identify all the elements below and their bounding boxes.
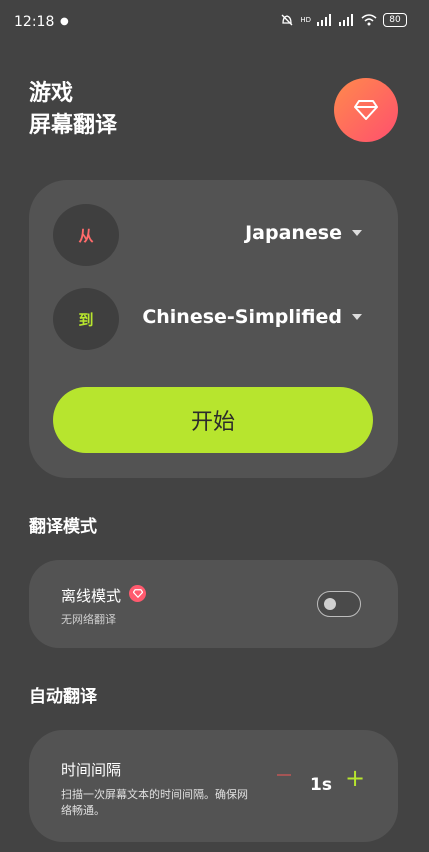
battery-icon: 80 (383, 13, 407, 27)
interval-description: 扫描一次屏幕文本的时间间隔。确保网络畅通。 (61, 788, 248, 817)
offline-mode-subtitle: 无网络翻译 (61, 613, 116, 626)
language-card: 从 Japanese 到 Chinese-Simplified 开始 (29, 180, 398, 478)
wifi-icon (361, 14, 377, 26)
hd-label: HD (300, 16, 311, 24)
status-icons: HD 80 (280, 13, 407, 27)
to-label: 到 (53, 288, 119, 350)
interval-label: 时间间隔 (61, 761, 122, 779)
toggle-knob (324, 598, 336, 610)
signal-icon (317, 14, 331, 26)
title-line-2: 屏幕翻译 (29, 113, 118, 138)
auto-translate-title: 自动翻译 (29, 687, 97, 707)
interval-card: 时间间隔 扫描一次屏幕文本的时间间隔。确保网络畅通。 1s + (29, 730, 398, 842)
chat-icon: ● (60, 16, 69, 27)
status-time: 12:18 (14, 14, 55, 30)
title-line-1: 游戏 (29, 81, 74, 106)
start-button[interactable]: 开始 (53, 387, 373, 453)
status-bar: 12:18 ● HD 80 (0, 0, 429, 44)
target-language-dropdown[interactable]: Chinese-Simplified (142, 306, 362, 328)
target-language-value: Chinese-Simplified (142, 306, 342, 328)
page-title: 游戏 屏幕翻译 (29, 78, 117, 142)
offline-mode-toggle[interactable] (317, 591, 361, 617)
premium-badge-icon (129, 585, 146, 602)
gem-icon (354, 100, 378, 120)
translation-mode-title: 翻译模式 (29, 517, 97, 537)
mute-bell-icon (281, 14, 293, 26)
source-language-value: Japanese (245, 222, 342, 244)
premium-button[interactable] (334, 78, 398, 142)
offline-mode-card: 离线模式 无网络翻译 (29, 560, 398, 648)
source-language-dropdown[interactable]: Japanese (245, 222, 362, 244)
chevron-down-icon (352, 314, 362, 320)
increase-interval-button[interactable]: + (345, 766, 365, 790)
offline-mode-label: 离线模式 (61, 587, 122, 605)
interval-value: 1s (310, 775, 332, 795)
from-label: 从 (53, 204, 119, 266)
decrease-interval-button[interactable] (277, 774, 291, 776)
chevron-down-icon (352, 230, 362, 236)
signal-icon-2 (339, 14, 353, 26)
